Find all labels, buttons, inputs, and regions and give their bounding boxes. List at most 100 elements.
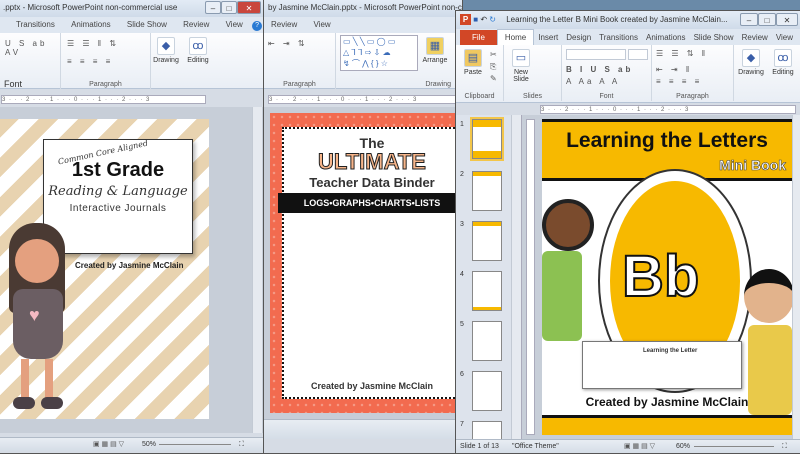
slide-editor: Learning the Letters Mini Book Bb Learni…	[522, 115, 800, 439]
powerpoint-window-1[interactable]: .pptx - Microsoft PowerPoint non-commerc…	[0, 0, 264, 454]
ribbon: ⇤ ⇥ ⇅ Paragraph ▭ ╲ ╲ ▭ ◯ ▭ △ ⅂ ⅂ ⇨ ⇩ ☁ ↯ ⌒…	[264, 33, 462, 89]
arrange-button[interactable]: ▦ Arrange	[420, 37, 450, 64]
close-button[interactable]: ✕	[237, 1, 261, 14]
align-controls[interactable]: ≡ ≡ ≡ ≡	[656, 77, 702, 86]
horizontal-ruler: 3 · · · 2 · · · 1 · · · 0 · · · 1 · · · …	[540, 105, 796, 114]
credit: Created by Jasmine McClain	[75, 261, 184, 270]
tab-home[interactable]: Home	[496, 29, 535, 46]
group-label-drawing: Drawing	[425, 81, 451, 88]
slide-counter: Slide 1 of 13	[460, 443, 499, 450]
close-button[interactable]: ✕	[776, 13, 798, 26]
help-icon[interactable]: ?	[252, 21, 263, 31]
vertical-scrollbar[interactable]	[252, 107, 262, 433]
title-bar: by Jasmine McClain.pptx - Microsoft Powe…	[264, 0, 462, 17]
font-size-controls[interactable]: A Aa A A	[566, 77, 620, 86]
minimize-button[interactable]: –	[740, 13, 758, 26]
powerpoint-window-2[interactable]: by Jasmine McClain.pptx - Microsoft Powe…	[263, 0, 463, 454]
slide-thumbnail-2[interactable]	[472, 171, 502, 211]
slide-title: Teacher Data Binder	[309, 175, 435, 190]
thumbnail-scrollbar[interactable]	[511, 115, 521, 439]
title-bar: P ■ ↶ ↻ Learning the Letter B Mini Book …	[456, 11, 800, 29]
bottom-band	[542, 415, 792, 435]
indent-controls[interactable]: ⇤ ⇥ ‖	[656, 65, 692, 74]
status-bar: ▣ ▦ ▤ ▽ 50% ⛶	[0, 437, 263, 451]
vertical-scrollbar[interactable]	[792, 115, 800, 439]
view-buttons[interactable]: ▣ ▦ ▤ ▽	[624, 440, 655, 453]
slide-thumbnail-6[interactable]	[472, 371, 502, 411]
tab-review[interactable]: Review	[738, 30, 772, 46]
drawing-icon: ◆	[742, 49, 760, 67]
slide-thumbnail-5[interactable]	[472, 321, 502, 361]
tab-transitions[interactable]: Transitions	[9, 17, 62, 33]
arrange-label: Arrange	[422, 57, 448, 64]
zoom-slider[interactable]	[694, 446, 774, 447]
drawing-button[interactable]: ◆ Drawing	[736, 49, 766, 76]
drawing-label: Drawing	[153, 57, 179, 64]
binoculars-icon: ꝏ	[774, 49, 792, 67]
binder-frame: The ULTIMATE Teacher Data Binder LOGS•GR…	[278, 127, 462, 399]
group-label-paragraph: Paragraph	[89, 81, 122, 88]
ultimate-label: ULTIMATE	[318, 149, 427, 174]
new-slide-button[interactable]: ▭ New Slide	[506, 49, 536, 83]
tab-file[interactable]: File	[460, 30, 497, 46]
editing-button[interactable]: ꝏ Editing	[183, 37, 213, 64]
powerpoint-logo-icon: P	[460, 14, 471, 26]
align-controls[interactable]: ≡ ≡ ≡ ≡	[67, 57, 113, 66]
paste-button[interactable]: ▤ Paste	[458, 49, 488, 76]
tab-review[interactable]: Review	[176, 17, 216, 33]
thumbnail-number: 3	[460, 221, 464, 228]
tab-view[interactable]: View	[772, 30, 797, 46]
slide-thumbnail-1[interactable]	[470, 117, 504, 161]
slide-thumbnail-3[interactable]	[472, 221, 502, 261]
theme-name: "Office Theme"	[512, 443, 559, 450]
zoom-level: 50%	[142, 441, 157, 448]
girl-illustration: ♥	[1, 219, 73, 415]
fit-slide-icon[interactable]: ⛶	[239, 438, 244, 451]
tab-review[interactable]: Review	[264, 17, 304, 33]
maximize-button[interactable]: □	[221, 1, 237, 14]
zoom-slider[interactable]	[159, 444, 231, 445]
list-controls[interactable]: ☰ ☰ ⇅ ‖	[656, 49, 708, 58]
group-label-slides: Slides	[522, 93, 543, 100]
paragraph-controls[interactable]: ☰ ☰ ‖ ⇅	[67, 39, 119, 48]
font-style-controls[interactable]: B I U S ab	[566, 65, 633, 74]
tab-view[interactable]: View	[306, 17, 337, 33]
thumbnail-number: 2	[460, 171, 464, 178]
slide-thumbnail-4[interactable]	[472, 271, 502, 311]
drawing-button[interactable]: ◆ Drawing	[151, 37, 181, 64]
tab-transitions[interactable]: Transitions	[595, 30, 642, 46]
tab-view[interactable]: View	[219, 17, 250, 33]
group-label-font: Font	[599, 93, 614, 100]
tab-animations[interactable]: Animations	[642, 30, 690, 46]
tab-insert[interactable]: Insert	[534, 30, 562, 46]
group-label-clipboard: Clipboard	[464, 93, 495, 100]
tab-slide-show[interactable]: Slide Show	[690, 30, 738, 46]
thumbnail-number: 5	[460, 321, 464, 328]
drawing-icon: ◆	[157, 37, 175, 55]
horizontal-ruler: 3 · · · 2 · · · 1 · · · 0 · · · 1 · · · …	[1, 95, 206, 104]
binoculars-icon: ꝏ	[189, 37, 207, 55]
tab-animations[interactable]: Animations	[64, 17, 118, 33]
save-icon[interactable]: ■	[473, 15, 478, 24]
font-name-select[interactable]	[566, 49, 626, 60]
powerpoint-window-3[interactable]: P ■ ↶ ↻ Learning the Letter B Mini Book …	[455, 10, 800, 454]
tab-slide-show[interactable]: Slide Show	[120, 17, 174, 33]
redo-icon[interactable]: ↻	[489, 15, 496, 24]
clipboard-tools[interactable]: ✂ ⎘ ✎	[490, 49, 497, 85]
shapes-gallery[interactable]: ▭ ╲ ╲ ▭ ◯ ▭ △ ⅂ ⅂ ⇨ ⇩ ☁ ↯ ⌒ ⋀ { } ☆	[340, 35, 418, 71]
undo-icon[interactable]: ↶	[480, 15, 487, 24]
maximize-button[interactable]: □	[758, 13, 776, 26]
fit-slide-icon[interactable]: ⛶	[782, 440, 787, 453]
slide-line2: Reading & Language	[48, 184, 188, 199]
font-controls[interactable]: U S ab AV	[5, 39, 60, 57]
tab-design[interactable]: Design	[562, 30, 595, 46]
minimize-button[interactable]: –	[205, 1, 221, 14]
arrange-icon: ▦	[426, 37, 444, 55]
drawing-label: Drawing	[738, 69, 764, 76]
view-buttons[interactable]: ▣ ▦ ▤ ▽	[93, 438, 124, 451]
paragraph-controls[interactable]: ⇤ ⇥ ⇅	[268, 39, 308, 48]
editing-button[interactable]: ꝏ Editing	[768, 49, 798, 76]
slide-subtitle: Mini Book	[719, 157, 786, 174]
font-size-select[interactable]	[628, 49, 648, 60]
big-letter: Bb	[621, 243, 700, 310]
